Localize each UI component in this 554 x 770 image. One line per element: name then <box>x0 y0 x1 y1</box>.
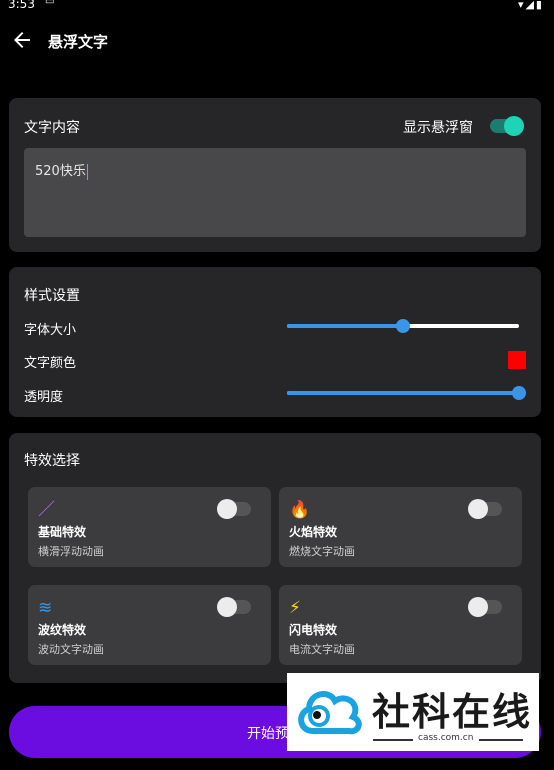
effect-fire[interactable]: 🔥 火焰特效 燃烧文字动画 <box>279 487 522 567</box>
style-settings-title: 样式设置 <box>24 288 80 304</box>
effect-desc: 横滑浮动动画 <box>38 545 104 558</box>
effects-card: 特效选择 ／ 基础特效 横滑浮动动画 🔥 火焰特效 燃烧文字动画 ≋ 波纹特效 … <box>9 433 541 683</box>
status-notification-icon: ▭ <box>45 0 55 7</box>
effect-desc: 燃烧文字动画 <box>289 545 355 558</box>
slider-fill <box>287 391 519 395</box>
effect-lightning[interactable]: ⚡ 闪电特效 电流文字动画 <box>279 585 522 665</box>
font-size-slider[interactable] <box>287 319 519 333</box>
effect-desc: 电流文字动画 <box>289 643 355 656</box>
text-content-input[interactable]: 520快乐 <box>24 148 526 237</box>
text-color-label: 文字颜色 <box>24 356 77 371</box>
watermark-url: cass.com.cn <box>418 733 474 743</box>
effect-basic-toggle[interactable] <box>217 499 251 519</box>
effect-name: 波纹特效 <box>38 623 87 637</box>
show-overlay-label: 显示悬浮窗 <box>403 120 473 136</box>
effects-title: 特效选择 <box>24 453 80 469</box>
status-bar: 3:53 ▭ ▾◢▮ <box>0 0 554 12</box>
start-preview-label: 开始预 <box>247 726 289 742</box>
toggle-knob <box>468 499 488 519</box>
slider-fill <box>287 324 403 328</box>
text-content-value: 520快乐 <box>35 163 88 180</box>
toggle-knob <box>217 499 237 519</box>
status-time: 3:53 <box>8 0 35 11</box>
effect-basic[interactable]: ／ 基础特效 横滑浮动动画 <box>28 487 271 567</box>
lightning-icon: ⚡ <box>289 598 301 618</box>
status-indicators: ▾◢▮ <box>517 0 544 11</box>
text-content-title: 文字内容 <box>24 120 80 136</box>
waves-icon: ≋ <box>38 598 53 618</box>
toggle-knob <box>504 116 524 136</box>
watermark-title: 社科在线 <box>372 690 533 734</box>
opacity-label: 透明度 <box>24 390 64 405</box>
toggle-knob <box>468 597 488 617</box>
effect-name: 火焰特效 <box>289 525 338 539</box>
show-overlay-toggle[interactable] <box>490 116 524 136</box>
effect-wave[interactable]: ≋ 波纹特效 波动文字动画 <box>28 585 271 665</box>
effect-lightning-toggle[interactable] <box>468 597 502 617</box>
watermark-logo: 社科在线 cass.com.cn <box>287 673 539 751</box>
arrow-left-icon[interactable] <box>10 28 34 52</box>
effect-desc: 波动文字动画 <box>38 643 104 656</box>
opacity-slider[interactable] <box>287 386 526 400</box>
fire-icon: 🔥 <box>289 500 311 520</box>
effect-name: 基础特效 <box>38 525 87 539</box>
font-size-label: 字体大小 <box>24 323 77 338</box>
magic-wand-icon: ／ <box>38 500 55 520</box>
toggle-knob <box>217 597 237 617</box>
app-bar: 悬浮文字 <box>0 24 554 60</box>
effect-name: 闪电特效 <box>289 623 338 637</box>
cloud-eye-logo-icon <box>298 691 362 735</box>
style-settings-card: 样式设置 字体大小 文字颜色 透明度 <box>9 267 541 417</box>
text-color-swatch[interactable] <box>508 351 526 369</box>
text-content-card: 文字内容 显示悬浮窗 520快乐 <box>9 98 541 252</box>
slider-thumb[interactable] <box>396 319 410 333</box>
slider-thumb[interactable] <box>512 386 526 400</box>
effect-wave-toggle[interactable] <box>217 597 251 617</box>
effect-fire-toggle[interactable] <box>468 499 502 519</box>
page-title: 悬浮文字 <box>48 33 109 51</box>
